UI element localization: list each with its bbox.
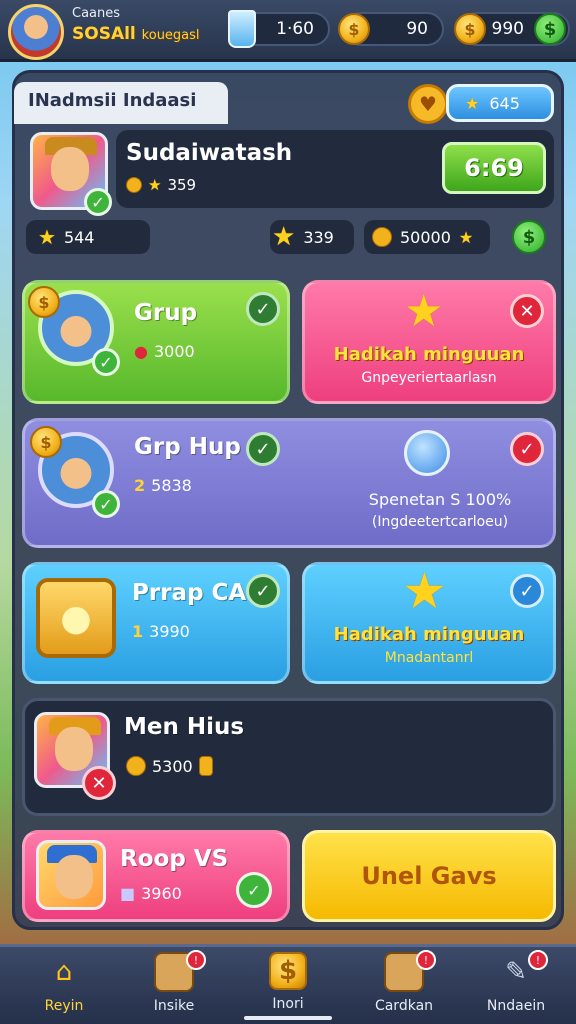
star-icon: ★ [458, 227, 474, 247]
card-value-text: 5300 [152, 756, 193, 776]
card-value: 5300 [126, 756, 213, 776]
close-icon[interactable]: ✕ [82, 766, 116, 800]
brand-title-suffix: kouegasl [141, 28, 200, 43]
lightbulb-icon: ● [36, 578, 116, 658]
coin-icon: $ [269, 952, 307, 990]
nav-item-insike[interactable]: ! Insike [126, 950, 222, 1022]
face-icon [55, 727, 93, 771]
card-title: Grup [134, 300, 198, 326]
coins-total-pill: 50000 ★ [364, 220, 490, 254]
coin-icon [126, 756, 146, 776]
card-value: ● 3000 [134, 342, 195, 361]
water-glass-icon [228, 10, 256, 48]
profile-stat-value: 359 [167, 176, 197, 194]
coin-icon: $ [28, 286, 60, 318]
card-title: Hadikah minguuan [333, 624, 525, 645]
card-value: 2 5838 [134, 476, 192, 495]
star-icon: ★ [272, 222, 296, 252]
card-value: 1 3990 [132, 622, 190, 641]
check-icon[interactable]: ✓ [246, 432, 280, 466]
card-value-prefix: 1 [132, 622, 144, 641]
nav-item-cardkan[interactable]: ! Cardkan [356, 950, 452, 1022]
nav-label: Inori [272, 996, 304, 1012]
nav-label: Insike [153, 998, 195, 1014]
player-avatar[interactable] [8, 4, 64, 60]
verified-check-icon: ✓ [84, 188, 112, 216]
brand-title: SOSAll kouegasl [72, 24, 200, 44]
coin-icon: $ [454, 13, 486, 45]
home-indicator [244, 1016, 332, 1020]
star-icon: ★ [402, 562, 447, 620]
profile-stats: ★ 359 [126, 176, 196, 194]
roop-vs-avatar [36, 840, 106, 910]
panel-tab-title[interactable]: INadmsii Indaasi [14, 82, 228, 124]
card-subtitle: Gnpeyeriertaarlasn [361, 370, 497, 386]
check-icon[interactable]: ✓ [236, 872, 272, 908]
check-icon[interactable]: ✓ [246, 574, 280, 608]
nav-label: Nndaein [486, 998, 546, 1014]
card-value-prefix: 2 [134, 476, 146, 495]
card-subtitle: Mnadantanrl [384, 650, 474, 666]
water-value: 1·60 [276, 19, 314, 39]
profile-name: Sudaiwatash [126, 140, 293, 166]
heart-icon[interactable]: ♥ [408, 84, 448, 124]
star-badge-icon: ★ [404, 286, 444, 337]
card-value: ■ 3960 [120, 884, 182, 903]
card-value-text: 3990 [149, 622, 190, 641]
card-value-text: 5838 [151, 476, 192, 495]
card-title: Spenetan S 100% [368, 490, 512, 509]
stars-mid-pill: ★ 339 [270, 220, 354, 254]
gem-icon: ■ [120, 884, 136, 903]
close-icon[interactable]: ✕ [510, 294, 544, 328]
add-cash-icon[interactable]: $ [512, 220, 546, 254]
add-cash-icon[interactable]: $ [534, 13, 566, 45]
card-title: Roop VS [120, 846, 229, 872]
star-icon: ★ [465, 93, 480, 113]
check-icon[interactable]: ✓ [510, 574, 544, 608]
card-subtitle: (Ingdeetertcarloeu) [371, 514, 509, 530]
nav-label: Reyin [44, 998, 84, 1014]
coin-value: 90 [406, 19, 428, 39]
coins-total-value: 50000 [400, 227, 451, 247]
cash-value: 990 [491, 19, 524, 39]
stars-left-value: 544 [63, 227, 95, 247]
brand-small-label: Caanes [72, 6, 121, 21]
card-title: Men Hius [124, 714, 245, 740]
nav-label: Cardkan [374, 998, 434, 1014]
card-title: Hadikah minguuan [333, 344, 525, 365]
stars-badge[interactable]: ★ 645 [446, 84, 554, 122]
close-icon[interactable]: ✓ [510, 432, 544, 466]
card-title: Prrap CA [132, 580, 247, 606]
stars-mid-value: 339 [303, 227, 334, 247]
face-icon [51, 147, 89, 191]
check-icon[interactable]: ✓ [246, 292, 280, 326]
coin-icon [126, 177, 142, 193]
nav-item-nndaein[interactable]: ✎ ! Nndaein [468, 950, 564, 1022]
nav-item-inori[interactable]: $ Inori [240, 952, 336, 1022]
nav-item-home[interactable]: ⌂ Reyin [16, 952, 112, 1022]
timer-button[interactable]: 6:69 [442, 142, 546, 194]
notification-badge: ! [416, 950, 436, 970]
stars-left-pill: ★ 544 [26, 220, 150, 254]
stars-badge-value: 645 [489, 93, 520, 113]
face-icon [55, 855, 93, 899]
unel-gavs-button[interactable]: Unel Gavs [302, 830, 556, 922]
drop-icon: ● [134, 342, 148, 361]
notification-badge: ! [528, 950, 548, 970]
star-icon: ★ [148, 176, 162, 194]
notification-badge: ! [186, 950, 206, 970]
coin-icon: $ [30, 426, 62, 458]
brand-title-main: SOSAll [72, 24, 136, 44]
card-title: Grp Hup [134, 434, 241, 460]
coin-stack-icon [198, 756, 213, 776]
search-bubble-icon [404, 430, 450, 476]
home-icon: ⌂ [55, 957, 73, 987]
card-value-text: 3960 [141, 884, 182, 903]
coin-icon: $ [338, 13, 370, 45]
star-icon: ★ [38, 225, 56, 249]
verified-check-icon: ✓ [92, 490, 120, 518]
card-value-text: 3000 [153, 342, 195, 361]
coin-icon [372, 227, 392, 247]
verified-check-icon: ✓ [92, 348, 120, 376]
